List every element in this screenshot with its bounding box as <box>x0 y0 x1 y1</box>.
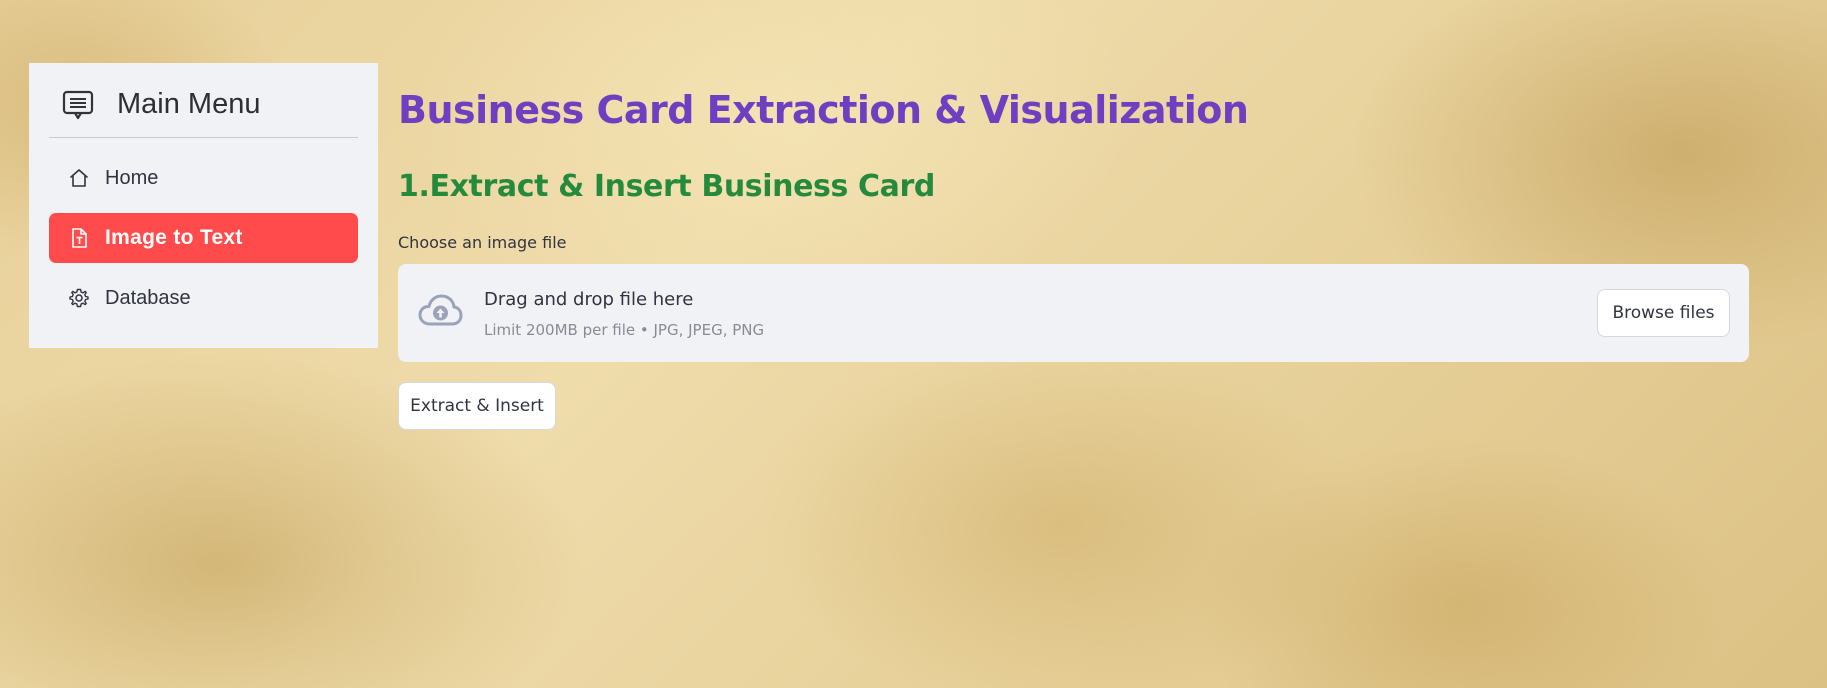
dropzone-limit-text: Limit 200MB per file • JPG, JPEG, PNG <box>484 321 765 339</box>
sidebar-item-image-to-text[interactable]: Image to Text <box>49 213 358 263</box>
sidebar-item-database[interactable]: Database <box>49 273 358 323</box>
sidebar-item-label: Image to Text <box>105 226 243 249</box>
menu-header: Main Menu <box>29 63 378 137</box>
sidebar-item-label: Home <box>105 167 159 189</box>
sidebar-item-label: Database <box>105 287 191 309</box>
sidebar-item-home[interactable]: Home <box>49 153 358 203</box>
file-uploader-label: Choose an image file <box>398 233 567 252</box>
browse-files-button[interactable]: Browse files <box>1597 289 1730 337</box>
menu-list-icon <box>62 89 94 121</box>
menu-divider <box>49 137 358 138</box>
gear-icon <box>68 287 90 309</box>
text-file-icon <box>68 227 90 249</box>
extract-insert-button[interactable]: Extract & Insert <box>398 382 556 430</box>
menu-title: Main Menu <box>117 88 261 120</box>
section-title: 1.Extract & Insert Business Card <box>398 169 935 204</box>
page-title: Business Card Extraction & Visualization <box>398 88 1249 132</box>
house-icon <box>68 167 90 189</box>
file-dropzone[interactable]: Drag and drop file here Limit 200MB per … <box>398 264 1749 362</box>
sidebar-menu: Main Menu Home Image to Text Database <box>29 63 378 348</box>
dropzone-instructions: Drag and drop file here <box>484 289 694 310</box>
cloud-upload-icon <box>417 292 463 332</box>
